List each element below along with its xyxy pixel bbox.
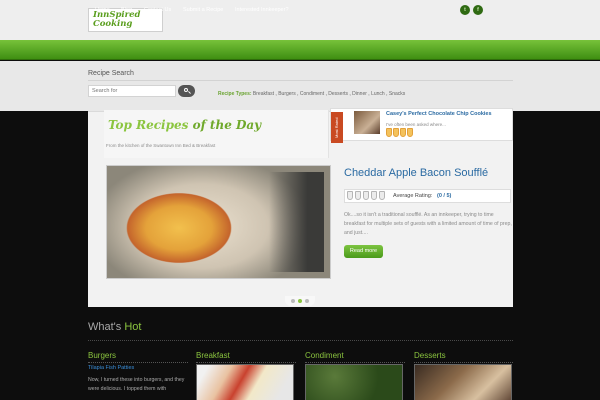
- nav-contact-us[interactable]: Contact Us: [144, 0, 171, 20]
- most-rated-label: Most Rated: [334, 117, 339, 138]
- type-snacks[interactable]: Snacks: [389, 91, 405, 97]
- slide-dot[interactable]: [291, 299, 295, 303]
- fork-icon: [400, 128, 406, 137]
- hot-burgers-link[interactable]: Tilapia Fish Patties: [88, 365, 134, 371]
- most-rated-rating: [386, 128, 416, 137]
- nav-submit-recipe[interactable]: Submit a Recipe: [183, 0, 223, 20]
- fork-icon[interactable]: [347, 191, 353, 200]
- heading-part-2: of the Day: [192, 118, 262, 132]
- hot-col-condiment[interactable]: Condiment: [305, 351, 344, 360]
- fork-icon: [386, 128, 392, 137]
- type-burgers[interactable]: Burgers: [278, 91, 296, 97]
- search-icon: [184, 88, 188, 92]
- type-desserts[interactable]: Desserts: [328, 91, 348, 97]
- fork-icon[interactable]: [355, 191, 361, 200]
- divider: [414, 362, 513, 363]
- search-input[interactable]: [88, 85, 176, 97]
- hot-col-breakfast[interactable]: Breakfast: [196, 351, 230, 360]
- average-rating-label: Average Rating:: [393, 193, 433, 199]
- recipe-search-title: Recipe Search: [88, 70, 134, 77]
- slide-dot-active[interactable]: [298, 299, 302, 303]
- fork-icon: [393, 128, 399, 137]
- hot-desserts-thumbnail[interactable]: [414, 364, 512, 400]
- fork-icon: [407, 128, 413, 137]
- featured-excerpt: Ok....so it isn't a traditional soufflé.…: [344, 212, 512, 236]
- hot-col-desserts[interactable]: Desserts: [414, 351, 446, 360]
- hot-col-burgers[interactable]: Burgers: [88, 351, 116, 360]
- hot-burgers-excerpt: Now, I turned these into burgers, and th…: [88, 377, 185, 392]
- fork-icon[interactable]: [379, 191, 385, 200]
- fork-icon[interactable]: [371, 191, 377, 200]
- type-breakfast[interactable]: Breakfast: [253, 91, 274, 97]
- facebook-icon[interactable]: f: [473, 5, 483, 15]
- recipe-types-label: Recipe Types:: [218, 91, 252, 97]
- nav-interested-innkeeper[interactable]: Interested Innkeeper?: [235, 0, 289, 20]
- featured-heading: Top Recipes of the Day: [108, 118, 261, 132]
- slider-pager: [285, 296, 315, 306]
- search-button[interactable]: [178, 85, 195, 97]
- hot-condiment-thumbnail[interactable]: [305, 364, 403, 400]
- featured-recipe-photo[interactable]: [106, 165, 331, 279]
- twitter-icon[interactable]: t: [460, 5, 470, 15]
- divider: [88, 362, 188, 363]
- divider: [88, 340, 513, 341]
- whats-hot-heading: What's Hot: [88, 321, 141, 333]
- most-rated-excerpt: I've often been asked where...: [386, 122, 446, 127]
- nav-blog[interactable]: Blog: [121, 0, 132, 20]
- slide-dot[interactable]: [305, 299, 309, 303]
- heading-part-1: Top Recipes: [108, 118, 189, 132]
- main-nav: [0, 40, 600, 60]
- rating-forks[interactable]: [347, 191, 385, 200]
- most-rated-title[interactable]: Casey's Perfect Chocolate Chip Cookies: [386, 111, 492, 117]
- type-dinner[interactable]: Dinner: [352, 91, 367, 97]
- read-more-button[interactable]: Read more: [344, 245, 383, 258]
- divider: [196, 362, 296, 363]
- divider: [305, 362, 405, 363]
- fork-icon[interactable]: [363, 191, 369, 200]
- nav-home[interactable]: Home: [95, 0, 110, 20]
- most-rated-thumbnail[interactable]: [354, 111, 380, 134]
- hot-breakfast-thumbnail[interactable]: [196, 364, 294, 400]
- recipe-types: Recipe Types: Breakfast , Burgers , Cond…: [218, 91, 406, 97]
- whats-hot-hot: Hot: [124, 321, 142, 333]
- average-rating-value: (0 / 5): [437, 193, 452, 199]
- type-condiment[interactable]: Condiment: [300, 91, 324, 97]
- featured-recipe-title[interactable]: Cheddar Apple Bacon Soufflé: [344, 167, 488, 179]
- whats-hot-what: What's: [88, 321, 122, 333]
- type-lunch[interactable]: Lunch: [371, 91, 385, 97]
- divider: [88, 80, 513, 81]
- logo-line-2: Cooking: [93, 19, 133, 29]
- featured-subtitle: From the kitchen of the Swantown Inn Bed…: [106, 143, 216, 148]
